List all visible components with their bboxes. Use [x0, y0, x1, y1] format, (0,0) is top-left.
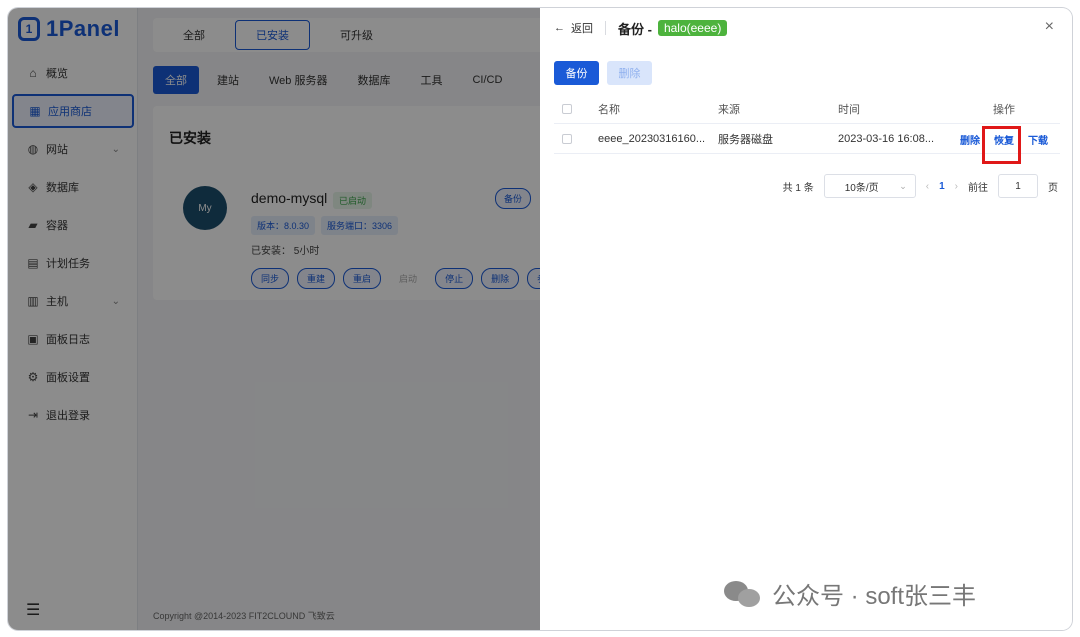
backup-source: 服务器磁盘 — [718, 134, 773, 146]
batch-delete-button[interactable]: 删除 — [607, 61, 652, 85]
back-button[interactable]: ← 返回 — [554, 20, 593, 36]
app-window: 1 1Panel ⌂ 概览 ▦ 应用商店 ◍ 网站 ⌄ ◈ 数据库 ▰ 容器 ▤… — [8, 8, 1072, 630]
back-label: 返回 — [571, 23, 593, 35]
row-select-cell — [562, 124, 576, 154]
page-size-select[interactable]: 10条/页 ⌄ — [823, 174, 916, 198]
column-time: 时间 — [838, 104, 860, 116]
arrow-left-icon: ← — [554, 22, 565, 34]
column-source: 来源 — [718, 104, 740, 116]
column-ops: 操作 — [993, 104, 1015, 116]
create-backup-button[interactable]: 备份 — [554, 61, 599, 85]
backup-drawer: ← 返回 备份 - halo(eeee) × 备份 删除 名称 来源 时间 操作… — [540, 8, 1072, 630]
select-all-cell — [562, 94, 576, 124]
backup-time: 2023-03-16 16:08... — [838, 133, 935, 145]
page-number[interactable]: 1 — [939, 181, 945, 192]
column-name: 名称 — [598, 104, 620, 116]
select-all-checkbox[interactable] — [562, 104, 572, 114]
page-jump-input[interactable]: 1 — [998, 174, 1038, 198]
page-suffix: 页 — [1048, 182, 1058, 194]
drawer-title: 备份 - — [618, 21, 652, 37]
app-instance-tag: halo(eeee) — [657, 20, 728, 36]
wechat-icon — [724, 579, 764, 609]
goto-label: 前往 — [968, 182, 988, 194]
header-divider — [605, 21, 606, 35]
watermark-text: 公众号 · soft张三丰 — [772, 583, 977, 610]
total-count: 共 1 条 — [782, 182, 814, 194]
row-checkbox[interactable] — [562, 134, 572, 144]
close-icon[interactable]: × — [1045, 18, 1054, 36]
pagination: 共 1 条 10条/页 ⌄ ‹ 1 › 前往 1 页 — [783, 174, 1058, 198]
chevron-down-icon: ⌄ — [899, 180, 907, 191]
drawer-header: ← 返回 备份 - halo(eeee) × — [540, 8, 1072, 48]
modal-overlay[interactable] — [8, 8, 540, 630]
watermark: 公众号 · soft张三丰 — [724, 576, 976, 611]
backup-name: eeee_20230316160... — [598, 133, 706, 145]
restore-highlight-box — [982, 126, 1021, 164]
delete-link[interactable]: 删除 — [960, 132, 980, 147]
page-size-value: 10条/页 — [844, 182, 879, 194]
prev-page-icon[interactable]: ‹ — [926, 181, 929, 192]
next-page-icon[interactable]: › — [955, 181, 958, 192]
download-link[interactable]: 下载 — [1028, 132, 1048, 147]
table-header: 名称 来源 时间 操作 — [554, 94, 1060, 124]
